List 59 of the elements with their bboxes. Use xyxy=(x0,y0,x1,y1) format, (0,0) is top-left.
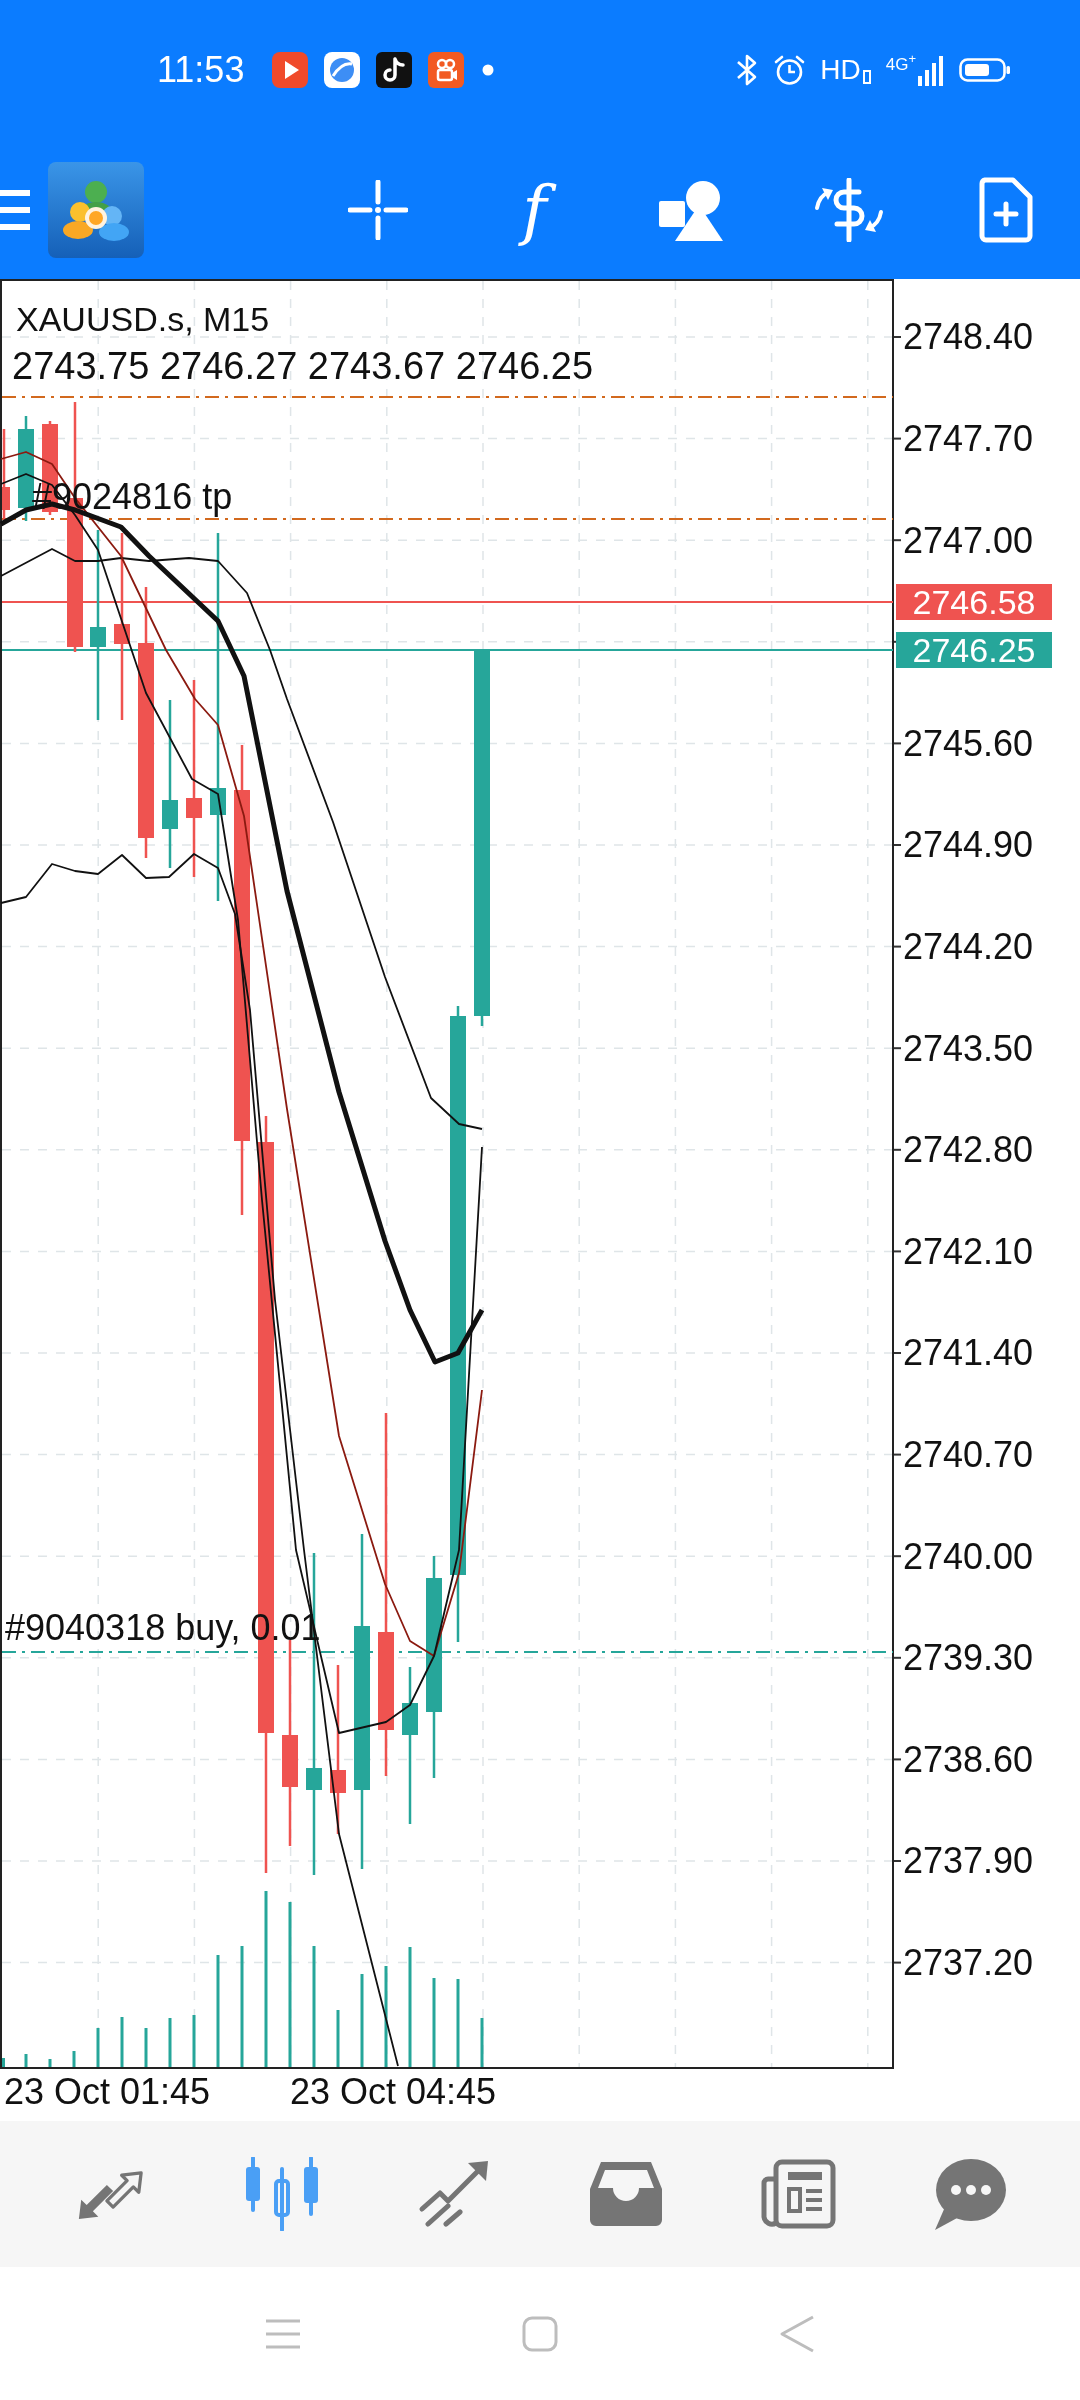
newspaper-icon xyxy=(760,2159,836,2229)
volume-bar xyxy=(192,2015,196,2067)
play-app-icon xyxy=(272,52,309,88)
add-document-icon xyxy=(978,176,1033,243)
home-square-icon xyxy=(521,2315,558,2352)
dollar-exchange-icon xyxy=(812,177,885,242)
inbox-tray-icon xyxy=(590,2161,662,2227)
menu-icon[interactable] xyxy=(0,189,30,230)
volume-bar xyxy=(144,2028,148,2067)
price-label: 2740.00 xyxy=(903,1538,1034,1575)
price-label: 2745.60 xyxy=(903,725,1034,762)
function-button[interactable]: f xyxy=(456,159,613,260)
price-label: 2738.60 xyxy=(903,1741,1034,1778)
price-label: 2744.20 xyxy=(903,929,1034,965)
network-type-label: 4G$^{+}$ xyxy=(885,52,916,73)
price-label: 2744.90 xyxy=(903,827,1034,864)
volume-bar xyxy=(2,2058,5,2067)
globe-app-icon xyxy=(324,52,361,88)
notification-dot-icon xyxy=(482,64,495,76)
volume-bar xyxy=(336,2010,340,2067)
alarm-clock-icon xyxy=(774,54,806,86)
volume-bar xyxy=(480,2018,484,2067)
price-label: 2742.10 xyxy=(903,1233,1034,1270)
symbol-title: XAUUSD.s, M15 xyxy=(16,302,270,336)
shapes-icon xyxy=(658,178,725,241)
music-note-app-icon xyxy=(376,52,413,88)
battery-icon xyxy=(959,58,1011,82)
price-label: 2737.20 xyxy=(903,1945,1034,1981)
price-label: 2742.80 xyxy=(903,1132,1034,1169)
volte-box-icon xyxy=(862,70,871,84)
chat-bubble-icon xyxy=(933,2157,1007,2231)
ohlc-values: 2743.75 2746.27 2743.67 2746.25 xyxy=(12,347,594,385)
volume-bar xyxy=(120,2017,124,2067)
price-label: 2741.40 xyxy=(903,1335,1034,1372)
volume-bar xyxy=(72,2051,76,2067)
status-time: 11:53 xyxy=(157,52,245,88)
price-label: 2737.90 xyxy=(903,1843,1034,1880)
volume-bar xyxy=(168,2018,172,2067)
price-label: 2747.00 xyxy=(903,522,1034,559)
price-label: 2748.40 xyxy=(903,319,1034,356)
crosshair-icon xyxy=(347,179,408,240)
signal-bars-icon xyxy=(918,54,944,86)
time-label: 23 Oct 01:45 xyxy=(4,2074,211,2110)
trend-arrow-icon xyxy=(418,2161,490,2227)
ask-price-tag: 2746.58 xyxy=(896,584,1052,620)
camera-app-icon xyxy=(428,52,465,88)
menu-lines-icon xyxy=(264,2318,301,2349)
candlestick-icon xyxy=(245,2157,319,2231)
hd-indicator: HD xyxy=(820,56,861,84)
volume-bar xyxy=(24,2054,28,2067)
price-label: 2740.70 xyxy=(903,1437,1034,1473)
app-logo-icon[interactable] xyxy=(48,161,144,258)
price-label: 2747.70 xyxy=(903,421,1034,457)
price-label: 2739.30 xyxy=(903,1640,1034,1677)
bid-price-tag: 2746.25 xyxy=(896,632,1052,668)
volume-bar xyxy=(96,2028,100,2067)
time-label: 23 Oct 04:45 xyxy=(290,2074,497,2110)
volume-bar xyxy=(48,2059,52,2067)
price-label: 2743.50 xyxy=(903,1030,1034,1067)
